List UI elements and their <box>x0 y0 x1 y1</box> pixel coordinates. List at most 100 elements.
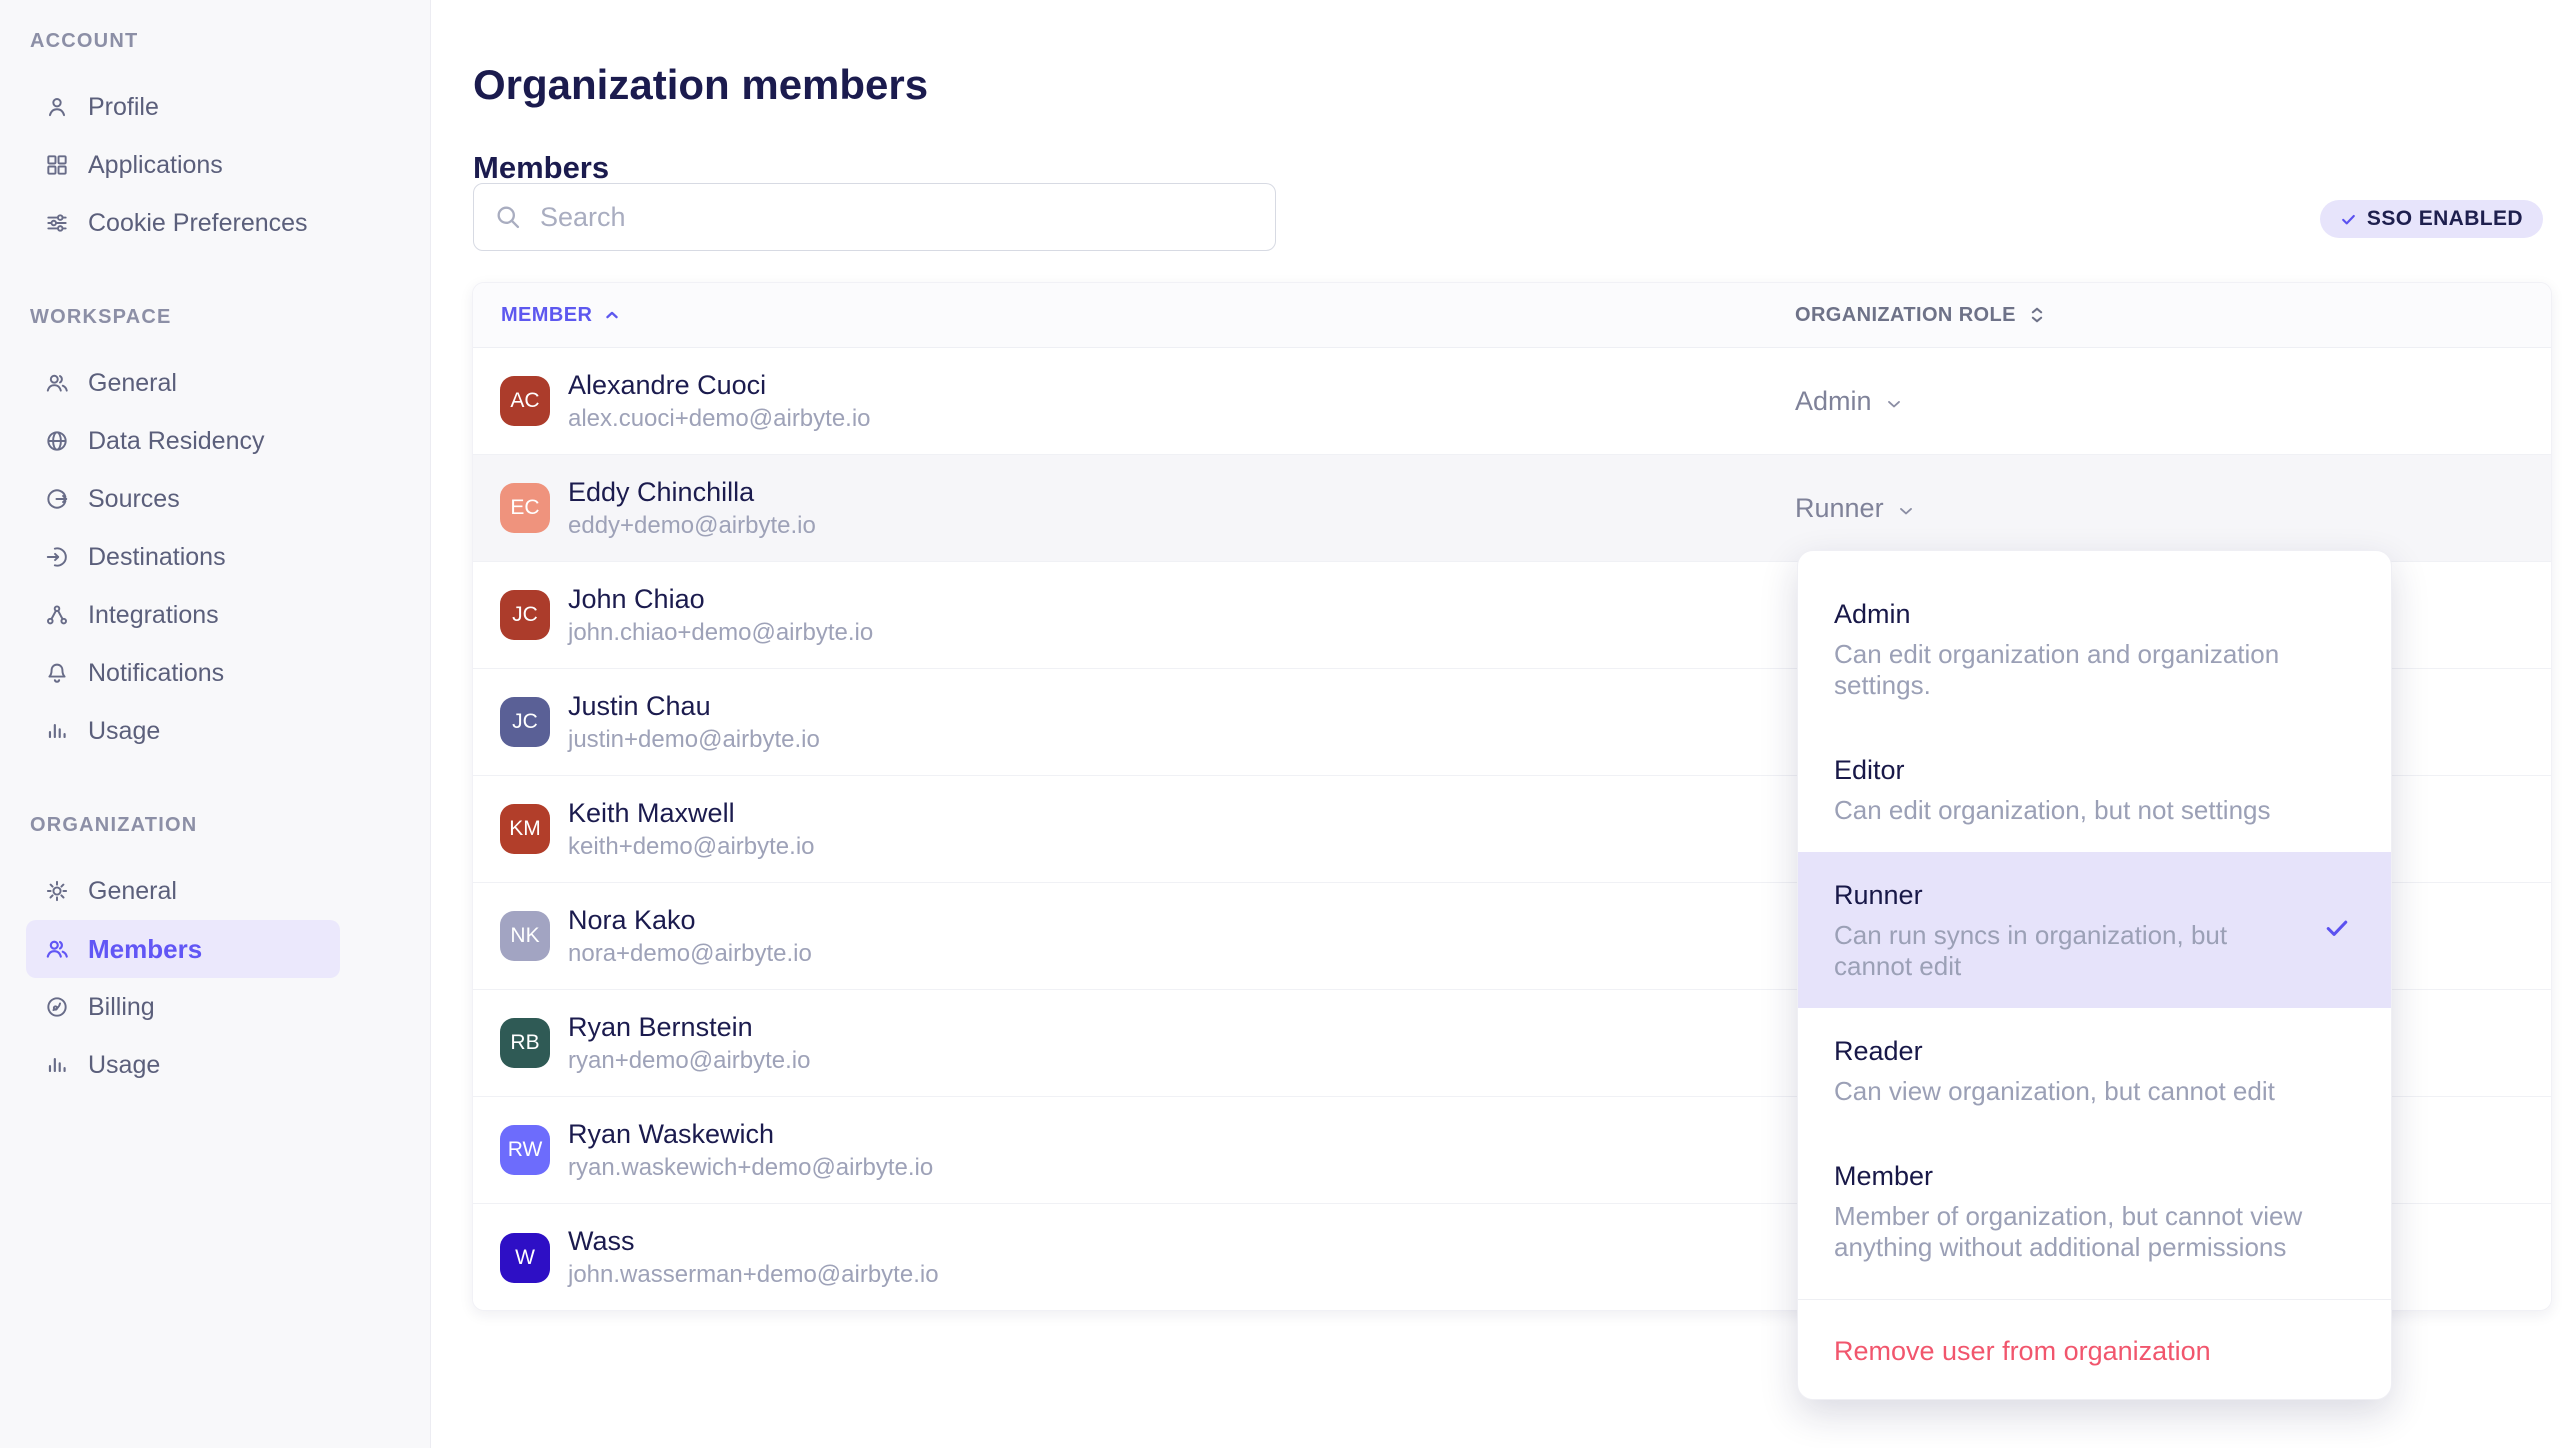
sidebar-section-account: ACCOUNT <box>30 30 430 52</box>
member-name: Ryan Bernstein <box>568 1011 810 1043</box>
member-name: John Chiao <box>568 583 873 615</box>
role-option-admin[interactable]: Admin Can edit organization and organiza… <box>1798 571 2391 727</box>
chevron-down-icon <box>1896 501 1916 521</box>
users-icon <box>44 936 70 962</box>
destination-icon <box>44 544 70 570</box>
sidebar-item-label: Members <box>88 934 202 965</box>
members-section-title: Members <box>473 150 609 186</box>
sidebar-item-members[interactable]: Members <box>26 920 340 978</box>
sidebar-item-label: Usage <box>88 717 160 746</box>
member-email: ryan.waskewich+demo@airbyte.io <box>568 1153 933 1183</box>
bell-icon <box>44 660 70 686</box>
bar-chart-icon <box>44 1052 70 1078</box>
check-icon <box>2323 914 2351 942</box>
member-name: Keith Maxwell <box>568 797 815 829</box>
avatar: JC <box>500 697 550 747</box>
avatar: EC <box>500 483 550 533</box>
sidebar-item-label: Data Residency <box>88 427 264 456</box>
search-icon <box>494 203 522 231</box>
member-search <box>473 183 1276 251</box>
sidebar-item-label: Sources <box>88 485 180 514</box>
sidebar-item-label: Notifications <box>88 659 224 688</box>
member-name: Eddy Chinchilla <box>568 476 816 508</box>
sidebar-item-applications[interactable]: Applications <box>26 136 340 194</box>
sidebar-item-data-residency[interactable]: Data Residency <box>26 412 340 470</box>
sidebar-item-label: Profile <box>88 93 159 122</box>
member-name: Justin Chau <box>568 690 820 722</box>
avatar: KM <box>500 804 550 854</box>
sidebar-item-organization-general[interactable]: General <box>26 862 340 920</box>
role-option-runner[interactable]: Runner Can run syncs in organization, bu… <box>1798 852 2391 1008</box>
avatar: AC <box>500 376 550 426</box>
sidebar-item-label: Integrations <box>88 601 219 630</box>
column-header-organization-role[interactable]: ORGANIZATION ROLE <box>1795 283 2048 347</box>
source-icon <box>44 486 70 512</box>
check-icon <box>2340 211 2357 228</box>
table-header: MEMBER ORGANIZATION ROLE <box>473 283 2551 348</box>
grid-icon <box>44 152 70 178</box>
bar-chart-icon <box>44 718 70 744</box>
member-email: justin+demo@airbyte.io <box>568 725 820 755</box>
role-option-reader[interactable]: Reader Can view organization, but cannot… <box>1798 1008 2391 1133</box>
sidebar-item-workspace-general[interactable]: General <box>26 354 340 412</box>
sidebar-item-label: Usage <box>88 1051 160 1080</box>
page-title: Organization members <box>473 61 928 109</box>
sidebar-item-label: Billing <box>88 993 155 1022</box>
avatar: NK <box>500 911 550 961</box>
gear-icon <box>44 878 70 904</box>
settings-sidebar: ACCOUNT Profile Applications Cookie Pref… <box>0 0 431 1448</box>
role-dropdown-menu: Admin Can edit organization and organiza… <box>1797 550 2392 1400</box>
chevron-down-icon <box>1884 394 1904 414</box>
member-email: ryan+demo@airbyte.io <box>568 1046 810 1076</box>
sort-ascending-icon <box>602 305 622 325</box>
sidebar-item-cookie-preferences[interactable]: Cookie Preferences <box>26 194 340 252</box>
member-name: Wass <box>568 1225 939 1257</box>
sidebar-item-label: Applications <box>88 151 223 180</box>
role-option-member[interactable]: Member Member of organization, but canno… <box>1798 1133 2391 1289</box>
sidebar-item-profile[interactable]: Profile <box>26 78 340 136</box>
sso-enabled-badge: SSO ENABLED <box>2320 200 2543 238</box>
users-icon <box>44 370 70 396</box>
sidebar-item-organization-usage[interactable]: Usage <box>26 1036 340 1094</box>
sidebar-item-label: Cookie Preferences <box>88 209 308 238</box>
remove-user-button[interactable]: Remove user from organization <box>1798 1299 2391 1399</box>
role-select[interactable]: Runner <box>1795 455 1916 562</box>
integrations-icon <box>44 602 70 628</box>
member-email: nora+demo@airbyte.io <box>568 939 812 969</box>
sidebar-item-workspace-usage[interactable]: Usage <box>26 702 340 760</box>
sidebar-item-label: General <box>88 877 177 906</box>
billing-icon <box>44 994 70 1020</box>
organization-members-page: ACCOUNT Profile Applications Cookie Pref… <box>0 0 2562 1448</box>
member-name: Alexandre Cuoci <box>568 369 871 401</box>
sidebar-item-label: Destinations <box>88 543 226 572</box>
table-row[interactable]: EC Eddy Chinchillaeddy+demo@airbyte.io R… <box>473 455 2551 562</box>
sidebar-item-billing[interactable]: Billing <box>26 978 340 1036</box>
sidebar-item-notifications[interactable]: Notifications <box>26 644 340 702</box>
member-name: Nora Kako <box>568 904 812 936</box>
sort-both-icon <box>2026 304 2048 326</box>
sidebar-section-organization: ORGANIZATION <box>30 814 430 836</box>
member-name: Ryan Waskewich <box>568 1118 933 1150</box>
column-header-member[interactable]: MEMBER <box>501 283 622 347</box>
sidebar-section-workspace: WORKSPACE <box>30 306 430 328</box>
sidebar-item-label: General <box>88 369 177 398</box>
sidebar-item-sources[interactable]: Sources <box>26 470 340 528</box>
sliders-icon <box>44 210 70 236</box>
avatar: JC <box>500 590 550 640</box>
role-select[interactable]: Admin <box>1795 348 1904 455</box>
role-option-editor[interactable]: Editor Can edit organization, but not se… <box>1798 727 2391 852</box>
member-email: eddy+demo@airbyte.io <box>568 511 816 541</box>
member-email: alex.cuoci+demo@airbyte.io <box>568 404 871 434</box>
avatar: W <box>500 1233 550 1283</box>
member-email: keith+demo@airbyte.io <box>568 832 815 862</box>
table-row[interactable]: AC Alexandre Cuocialex.cuoci+demo@airbyt… <box>473 348 2551 455</box>
globe-icon <box>44 428 70 454</box>
member-email: john.wasserman+demo@airbyte.io <box>568 1260 939 1290</box>
avatar: RB <box>500 1018 550 1068</box>
sidebar-item-destinations[interactable]: Destinations <box>26 528 340 586</box>
avatar: RW <box>500 1125 550 1175</box>
sidebar-item-integrations[interactable]: Integrations <box>26 586 340 644</box>
user-icon <box>44 94 70 120</box>
search-input[interactable] <box>538 201 1255 234</box>
member-email: john.chiao+demo@airbyte.io <box>568 618 873 648</box>
